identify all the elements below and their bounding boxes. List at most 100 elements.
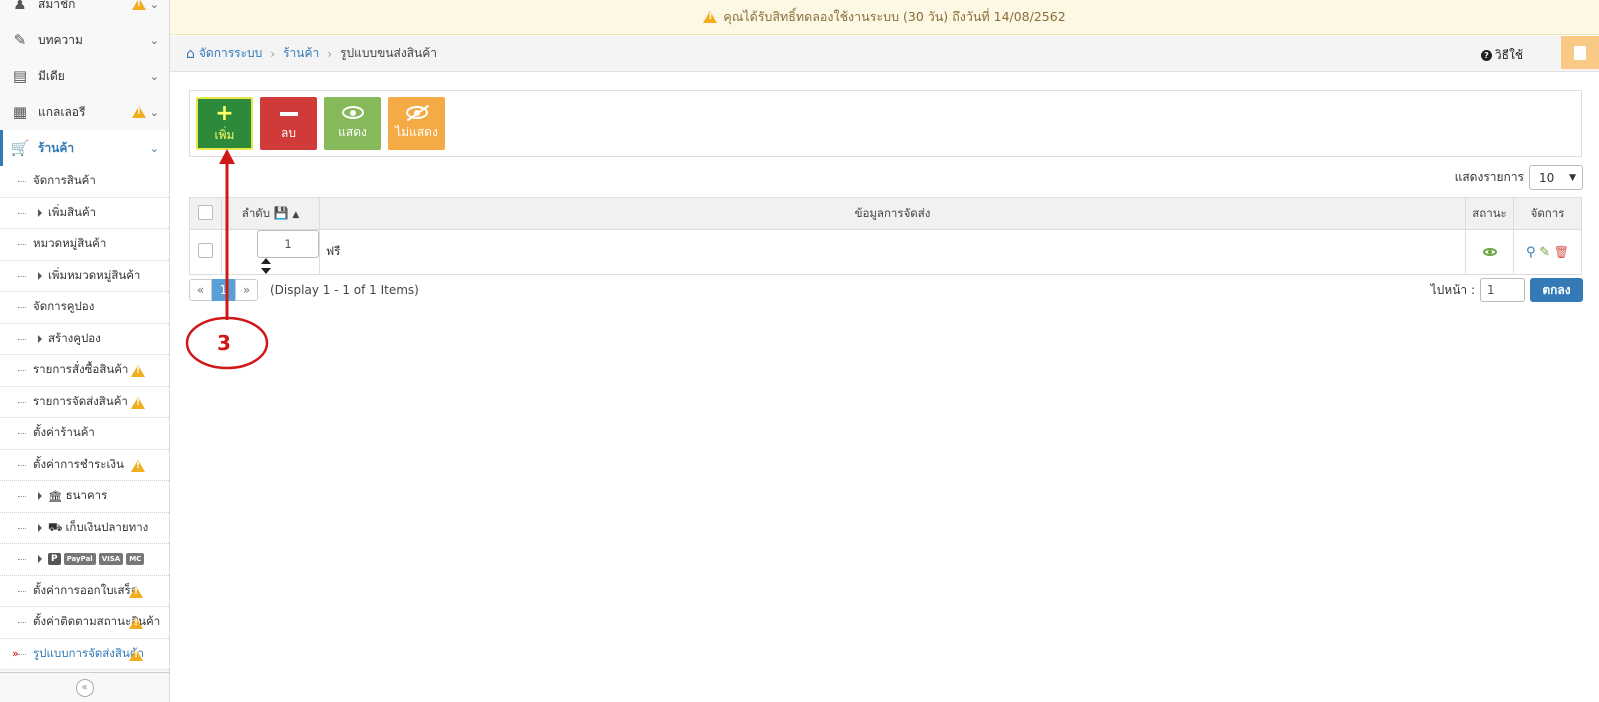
shop-submenu: จัดการสินค้า เพิ่มสินค้า หมวดหมู่สินค้า … bbox=[0, 166, 169, 670]
page-1-button[interactable]: 1 bbox=[212, 279, 235, 301]
order-cell: 1 bbox=[221, 229, 320, 275]
eye-icon bbox=[341, 105, 364, 119]
truck-icon: ⛟ bbox=[48, 519, 63, 534]
goto-page-input[interactable]: 1 bbox=[1480, 278, 1525, 302]
plus-icon: + bbox=[215, 101, 234, 126]
breadcrumb: ⌂ จัดการระบบ › ร้านค้า › รูปแบบขนส่งสินค… bbox=[170, 36, 1599, 72]
caret-right-icon bbox=[38, 334, 42, 343]
add-button[interactable]: + เพิ่ม bbox=[196, 97, 253, 150]
sidebar-item-shop[interactable]: 🛒 ร้านค้า ⌄ bbox=[0, 130, 169, 166]
row-select-cell bbox=[189, 229, 222, 275]
sidebar-sub-shipping-methods[interactable]: » รูปแบบการจัดส่งสินค้า bbox=[0, 638, 169, 670]
arrow-down-icon bbox=[261, 268, 271, 274]
prev-page-button[interactable]: « bbox=[189, 279, 212, 301]
bank-icon: 🏛 bbox=[48, 489, 63, 504]
eye-icon[interactable] bbox=[1482, 248, 1497, 256]
select-all-cell bbox=[189, 197, 222, 230]
sidebar-sub-add-product[interactable]: เพิ่มสินค้า bbox=[0, 197, 169, 229]
sidebar-footer: « bbox=[0, 672, 169, 702]
row-checkbox[interactable] bbox=[198, 243, 213, 258]
sidebar-sub-categories[interactable]: หมวดหมู่สินค้า bbox=[0, 229, 169, 261]
order-input[interactable]: 1 bbox=[257, 230, 319, 258]
chevron-right-icon: › bbox=[270, 46, 276, 61]
minus-icon bbox=[279, 112, 298, 116]
shipping-table: ลำดับ 💾 ▲ ข้อมูลการจัดส่ง สถานะ จัดการ 1… bbox=[189, 197, 1582, 275]
caret-right-icon bbox=[38, 523, 42, 532]
notes-button[interactable] bbox=[1561, 36, 1599, 69]
warning-icon bbox=[703, 11, 718, 23]
sidebar-item-gallery[interactable]: ▦ แกลเลอรี ⌄ bbox=[0, 94, 169, 130]
sidebar-item-media[interactable]: ▤ มีเดีย ⌄ bbox=[0, 58, 169, 94]
chevron-down-icon: ⌄ bbox=[149, 0, 159, 11]
sidebar-sub-create-coupon[interactable]: สร้างคูปอง bbox=[0, 323, 169, 355]
cart-icon: 🛒 bbox=[10, 139, 30, 157]
sidebar-sub-orders[interactable]: รายการสั่งซื้อสินค้า bbox=[0, 355, 169, 387]
grid-icon: ▦ bbox=[12, 103, 28, 121]
sidebar-sub-tracking-settings[interactable]: ตั้งค่าติดตามสถานะสินค้า bbox=[0, 607, 169, 639]
search-icon[interactable]: ⚲ bbox=[1526, 245, 1536, 260]
user-icon: ♟ bbox=[13, 0, 27, 13]
manage-header: จัดการ bbox=[1513, 197, 1582, 230]
paypal-badge: PayPal bbox=[63, 553, 96, 566]
sidebar-sub-payment-settings[interactable]: ตั้งค่าการชำระเงิน bbox=[0, 449, 169, 481]
order-spinner[interactable] bbox=[261, 258, 271, 274]
eye-slash-icon bbox=[405, 105, 428, 119]
sidebar: ♟ สมาชิก ⌄ ✎ บทความ ⌄ ▤ มีเดีย ⌄ ▦ แกลเล… bbox=[0, 0, 170, 702]
sidebar-item-articles[interactable]: ✎ บทความ ⌄ bbox=[0, 22, 169, 58]
warning-icon bbox=[129, 585, 143, 598]
manage-cell: ⚲ ✎ 🗑 bbox=[1513, 229, 1582, 275]
breadcrumb-admin[interactable]: จัดการระบบ bbox=[199, 44, 262, 63]
warning-icon bbox=[129, 648, 143, 661]
status-header: สถานะ bbox=[1465, 197, 1514, 230]
sidebar-menu: ♟ สมาชิก ⌄ ✎ บทความ ⌄ ▤ มีเดีย ⌄ ▦ แกลเล… bbox=[0, 0, 169, 166]
sort-up-icon[interactable]: ▲ bbox=[292, 210, 299, 220]
warning-icon bbox=[131, 0, 146, 10]
sidebar-sub-shop-settings[interactable]: ตั้งค่าร้านค้า bbox=[0, 418, 169, 450]
table-header-row: ลำดับ 💾 ▲ ข้อมูลการจัดส่ง สถานะ จัดการ bbox=[189, 197, 1582, 230]
chevron-down-icon: ⌄ bbox=[149, 141, 159, 155]
annotation-step-number: 3 bbox=[217, 331, 231, 355]
select-all-checkbox[interactable] bbox=[198, 204, 213, 220]
sidebar-sub-receipt-settings[interactable]: ตั้งค่าการออกใบเสร็จ bbox=[0, 575, 169, 607]
edit-icon: ✎ bbox=[13, 31, 27, 49]
hide-button[interactable]: ไม่แสดง bbox=[388, 97, 445, 150]
action-toolbar: + เพิ่ม ลบ แสดง ไม่แสดง bbox=[189, 90, 1582, 157]
sidebar-sub-add-category[interactable]: เพิ่มหมวดหมู่สินค้า bbox=[0, 260, 169, 292]
table-row: 1 ฟรี ⚲ ✎ 🗑 bbox=[189, 229, 1582, 275]
next-page-button[interactable]: » bbox=[235, 279, 258, 301]
sidebar-sub-online-payment[interactable]: P PayPal VISA MC bbox=[0, 544, 169, 576]
help-link[interactable]: ? วิธีใช้ bbox=[1480, 46, 1523, 65]
sidebar-sub-bank[interactable]: 🏛 ธนาคาร bbox=[0, 481, 169, 513]
home-icon[interactable]: ⌂ bbox=[186, 46, 195, 62]
sidebar-sub-manage-products[interactable]: จัดการสินค้า bbox=[0, 166, 169, 198]
note-icon bbox=[1574, 45, 1586, 60]
pencil-icon[interactable]: ✎ bbox=[1539, 245, 1550, 260]
goto-page: ไปหน้า : 1 ตกลง bbox=[1431, 278, 1583, 302]
trash-icon[interactable]: 🗑 bbox=[1554, 245, 1569, 259]
question-icon: ? bbox=[1480, 50, 1492, 61]
sidebar-sub-coupons[interactable]: จัดการคูปอง bbox=[0, 292, 169, 324]
entries-select[interactable]: 10 ▼ bbox=[1529, 165, 1583, 190]
caret-right-icon bbox=[38, 271, 42, 280]
film-icon: ▤ bbox=[12, 67, 28, 85]
pagination-info: (Display 1 - 1 of 1 Items) bbox=[270, 283, 419, 297]
show-button[interactable]: แสดง bbox=[324, 97, 381, 150]
sidebar-sub-shipments[interactable]: รายการจัดส่งสินค้า bbox=[0, 386, 169, 418]
arrow-up-icon bbox=[261, 258, 271, 264]
sidebar-sub-cod[interactable]: ⛟ เก็บเงินปลายทาง bbox=[0, 512, 169, 544]
chevron-down-icon: ⌄ bbox=[149, 33, 159, 47]
save-icon[interactable]: 💾 bbox=[274, 206, 289, 220]
sidebar-item-members[interactable]: ♟ สมาชิก ⌄ bbox=[0, 0, 169, 22]
warning-icon bbox=[131, 459, 145, 472]
info-cell: ฟรี bbox=[319, 229, 1466, 275]
breadcrumb-shop[interactable]: ร้านค้า bbox=[283, 44, 319, 63]
visa-badge: VISA bbox=[98, 553, 124, 566]
order-header[interactable]: ลำดับ 💾 ▲ bbox=[221, 197, 320, 230]
chevron-down-icon: ⌄ bbox=[149, 105, 159, 119]
collapse-sidebar-icon[interactable]: « bbox=[75, 678, 94, 697]
delete-button[interactable]: ลบ bbox=[260, 97, 317, 150]
caret-right-icon bbox=[38, 555, 42, 564]
caret-right-icon bbox=[38, 208, 42, 217]
paypal-logo-icon: P bbox=[48, 553, 61, 566]
goto-page-button[interactable]: ตกลง bbox=[1530, 278, 1583, 302]
